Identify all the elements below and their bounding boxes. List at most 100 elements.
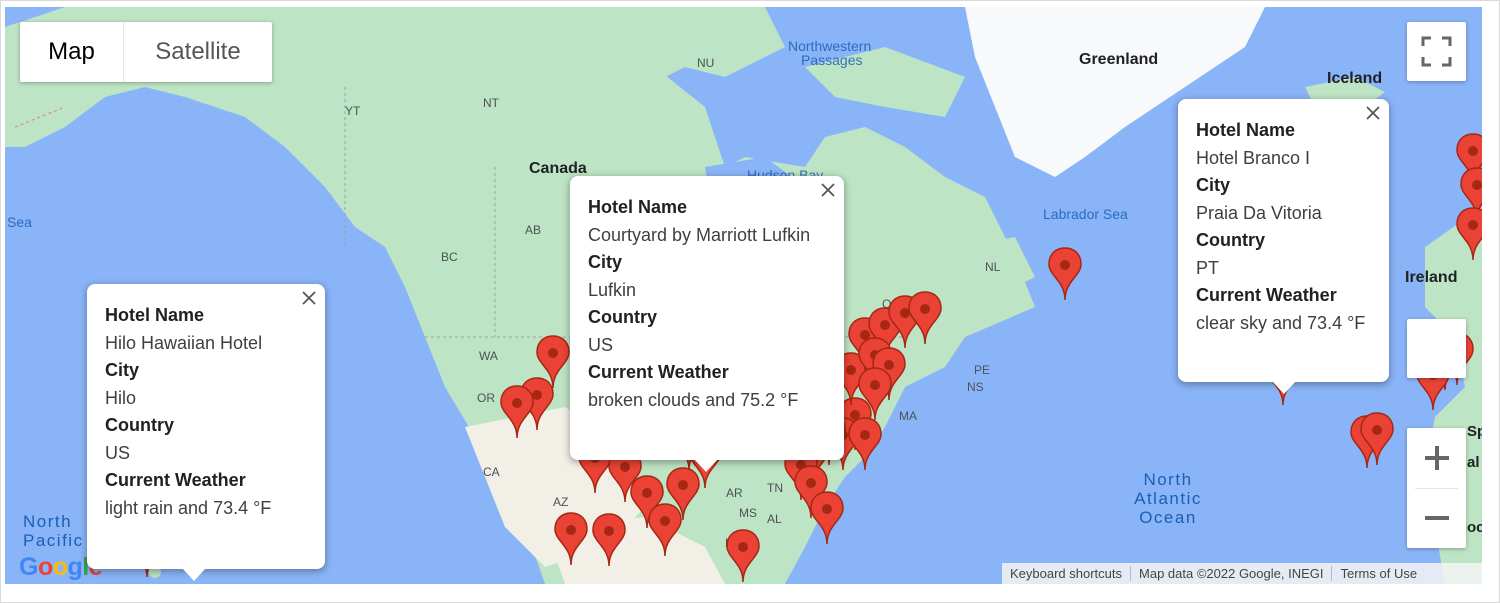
label-region-nt: NT xyxy=(483,96,499,110)
hotel-name-value: Courtyard by Marriott Lufkin xyxy=(588,225,811,245)
label-region-nl: NL xyxy=(985,260,1001,274)
weather-label: Current Weather xyxy=(1196,285,1337,305)
city-value: Lufkin xyxy=(588,280,637,300)
info-window-lufkin: Hotel Name Courtyard by Marriott Lufkin … xyxy=(570,176,844,472)
country-value: PT xyxy=(1196,258,1220,278)
close-icon xyxy=(821,183,835,197)
label-region-ar: AR xyxy=(726,486,743,500)
label-region-bc: BC xyxy=(441,250,458,264)
weather-label: Current Weather xyxy=(105,470,246,490)
label-region-or: OR xyxy=(477,391,495,405)
label-sp: Sp xyxy=(1467,423,1482,440)
terms-of-use-link[interactable]: Terms of Use xyxy=(1331,566,1425,581)
country-label: Country xyxy=(588,307,657,327)
hotel-marker[interactable] xyxy=(857,367,893,421)
label-region-ab: AB xyxy=(525,223,542,237)
city-label: City xyxy=(105,360,140,380)
country-label: Country xyxy=(1196,230,1265,250)
label-region-ns: NS xyxy=(967,380,984,394)
label-nw-passages-2: Passages xyxy=(801,52,863,68)
map-attribution: Keyboard shortcuts Map data ©2022 Google… xyxy=(1002,563,1482,584)
hotel-name-label: Hotel Name xyxy=(105,305,205,325)
zoom-control xyxy=(1407,428,1466,548)
info-window-hilo: Hotel Name Hilo Hawaiian Hotel City Hilo… xyxy=(87,284,325,581)
google-logo-letter: o xyxy=(52,553,68,581)
label-region-ms: MS xyxy=(739,506,757,520)
label-region-az: AZ xyxy=(553,495,569,509)
hotel-marker[interactable] xyxy=(499,385,535,439)
city-value: Hilo xyxy=(105,388,137,408)
label-region-ca: CA xyxy=(483,465,500,479)
label-north-pacific-1: North xyxy=(23,512,73,531)
hotel-marker[interactable] xyxy=(809,491,845,545)
info-window-tail xyxy=(182,568,206,581)
label-region-al: AL xyxy=(767,512,782,526)
label-iceland: Iceland xyxy=(1327,70,1383,87)
city-label: City xyxy=(1196,175,1231,195)
map-frame: Greenland Iceland Canada Ireland Northwe… xyxy=(0,0,1500,603)
label-north-pacific: North Pacific xyxy=(23,512,95,550)
fullscreen-button[interactable] xyxy=(1407,22,1466,81)
label-labrador-sea: Labrador Sea xyxy=(1043,206,1128,222)
label-region-ma: MA xyxy=(899,409,917,423)
zoom-divider xyxy=(1415,488,1458,489)
zoom-out-button[interactable] xyxy=(1407,488,1466,548)
google-logo-letter: o xyxy=(37,553,53,581)
hotel-marker[interactable] xyxy=(647,503,683,557)
google-logo-letter: g xyxy=(67,553,83,581)
hotel-marker[interactable] xyxy=(1047,247,1083,301)
info-window-close-button[interactable] xyxy=(1365,105,1381,121)
country-label: Country xyxy=(105,415,174,435)
hotel-name-label: Hotel Name xyxy=(588,197,688,217)
label-al-right: al xyxy=(1467,454,1480,471)
info-window-praia-da-vitoria: Hotel Name Hotel Branco I City Praia Da … xyxy=(1178,99,1389,394)
label-greenland: Greenland xyxy=(1079,51,1159,68)
label-sea: Sea xyxy=(7,214,32,230)
label-region-wa: WA xyxy=(479,349,498,363)
street-view-button[interactable] xyxy=(1407,319,1466,378)
label-region-tn: TN xyxy=(767,481,783,495)
hotel-name-label: Hotel Name xyxy=(1196,120,1296,140)
label-region-pe: PE xyxy=(974,363,991,377)
label-region-yt: YT xyxy=(345,104,361,118)
hotel-marker[interactable] xyxy=(1359,412,1395,466)
city-label: City xyxy=(588,252,623,272)
weather-value: broken clouds and 75.2 °F xyxy=(588,390,799,410)
weather-value: clear sky and 73.4 °F xyxy=(1196,313,1366,333)
country-value: US xyxy=(105,443,131,463)
zoom-in-button[interactable] xyxy=(1407,428,1466,488)
close-icon xyxy=(302,291,316,305)
minus-icon xyxy=(1424,516,1449,520)
info-window-tail xyxy=(694,459,718,472)
weather-value: light rain and 73.4 °F xyxy=(105,498,272,518)
label-north-atlantic-3: Ocean xyxy=(1139,508,1197,527)
map-data-text: Map data ©2022 Google, INEGI xyxy=(1130,566,1331,581)
hotel-marker[interactable] xyxy=(1455,207,1482,261)
hotel-marker[interactable] xyxy=(725,529,761,583)
hotel-marker[interactable] xyxy=(847,417,883,471)
info-window-close-button[interactable] xyxy=(820,182,836,198)
google-logo-letter: G xyxy=(19,553,38,581)
label-north-atlantic: North Atlantic Ocean xyxy=(1123,470,1213,527)
label-north-atlantic-2: Atlantic xyxy=(1134,489,1202,508)
label-north-pacific-2: Pacific xyxy=(23,531,84,550)
country-value: US xyxy=(588,335,614,355)
map-type-map-button[interactable]: Map xyxy=(20,22,124,82)
label-ireland: Ireland xyxy=(1405,269,1458,286)
plus-icon xyxy=(1424,446,1449,470)
hotel-name-value: Hilo Hawaiian Hotel xyxy=(105,333,263,353)
weather-label: Current Weather xyxy=(588,362,729,382)
label-oc: oc xyxy=(1467,519,1482,536)
info-window-tail xyxy=(1272,381,1296,394)
hotel-marker[interactable] xyxy=(591,513,627,567)
hotel-marker[interactable] xyxy=(907,291,943,345)
hotel-marker[interactable] xyxy=(553,512,589,566)
fullscreen-icon xyxy=(1421,36,1452,67)
info-window-close-button[interactable] xyxy=(301,290,317,306)
label-region-nu: NU xyxy=(697,56,715,70)
map-type-satellite-button[interactable]: Satellite xyxy=(124,22,272,82)
close-icon xyxy=(1366,106,1380,120)
keyboard-shortcuts-link[interactable]: Keyboard shortcuts xyxy=(1002,566,1130,581)
city-value: Praia Da Vitoria xyxy=(1196,203,1322,223)
hotel-name-value: Hotel Branco I xyxy=(1196,148,1311,168)
